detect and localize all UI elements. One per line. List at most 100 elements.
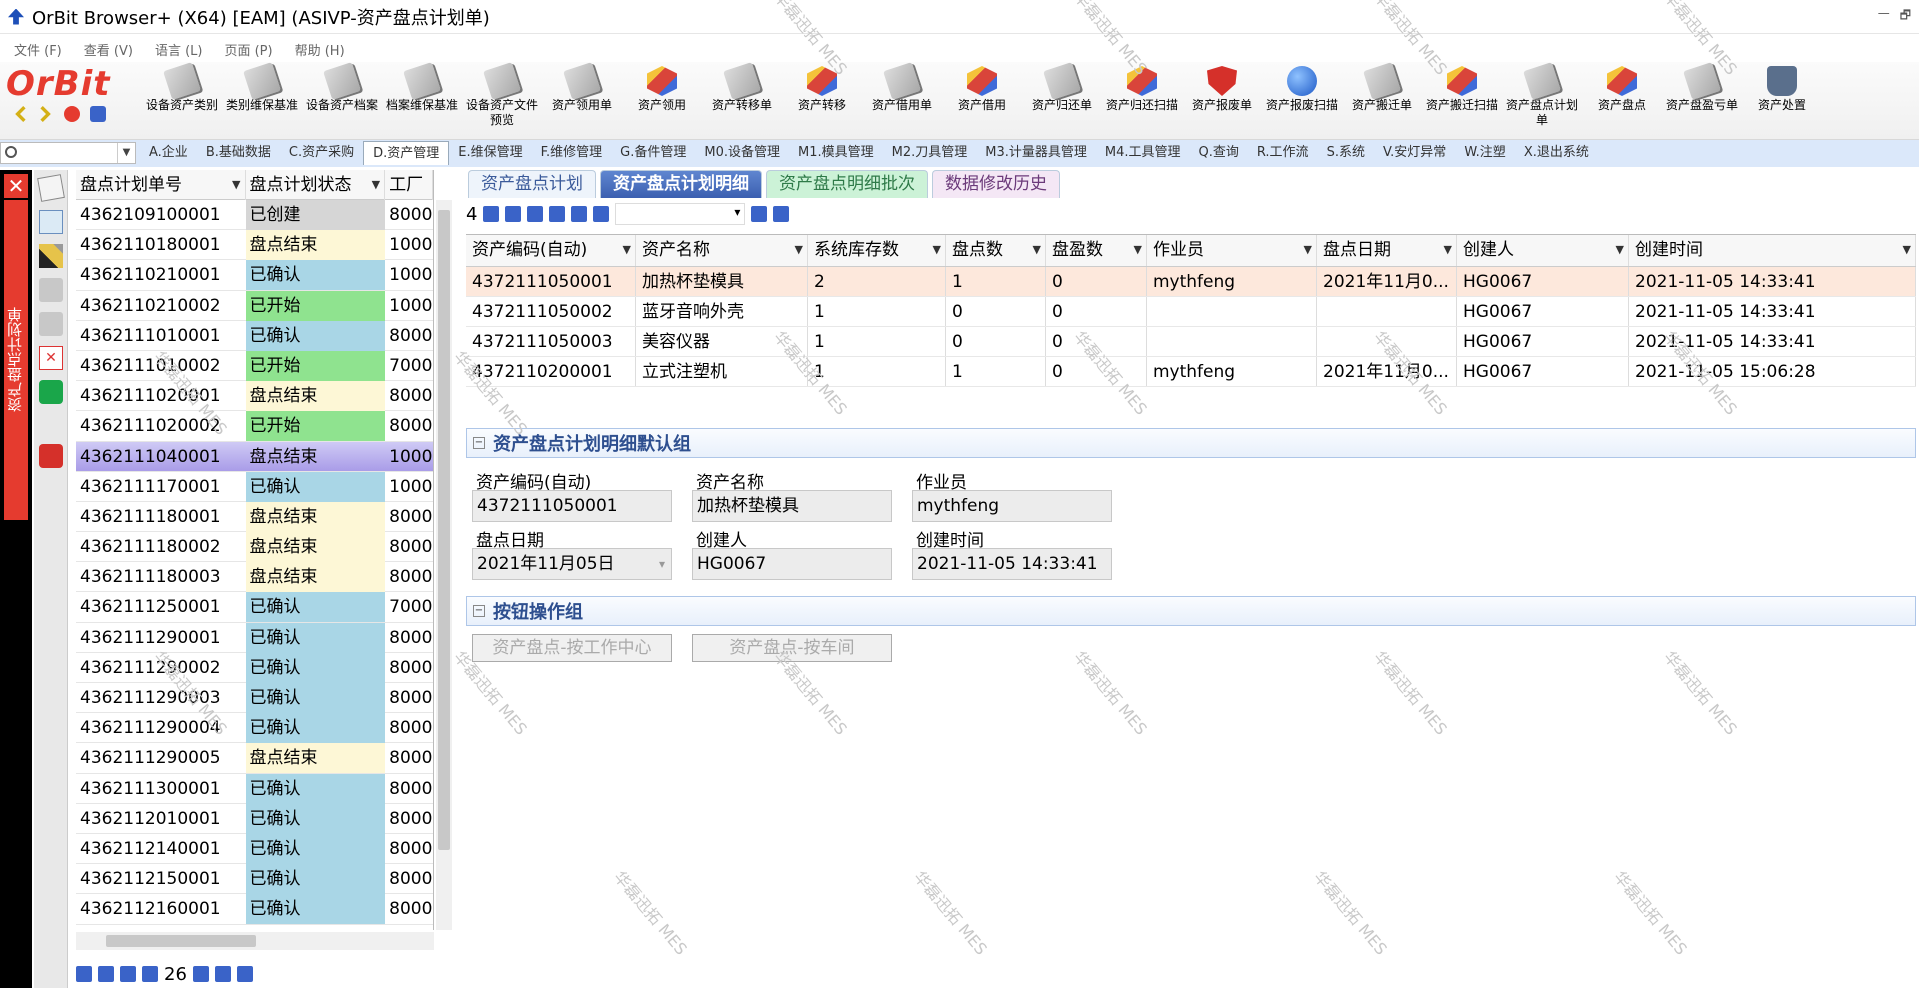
forward-arrow-icon[interactable] [40, 106, 51, 122]
table-row[interactable]: 4362111020001 盘点结束 8000 [76, 381, 433, 412]
close-icon[interactable]: ✕ [4, 174, 28, 198]
table-row[interactable]: 4362111180003 盘点结束 8000 [76, 562, 433, 593]
count-by-workshop-button[interactable]: 资产盘点-按车间 [692, 634, 892, 662]
creator-field[interactable]: HG0067 [692, 548, 892, 580]
copy-icon[interactable] [549, 206, 566, 222]
chevron-down-icon[interactable]: ▼ [117, 143, 135, 163]
filter-icon[interactable]: ▼ [1304, 235, 1312, 265]
tool-button[interactable]: 类别维保基准 [222, 62, 302, 128]
first-page-icon[interactable] [483, 206, 500, 222]
tool-button[interactable]: 设备资产档案 [302, 62, 382, 128]
table-row[interactable]: 4372111050001 加热杯垫模具 2 1 0 mythfeng 2021年11月0.… [466, 267, 1916, 297]
filter-icon[interactable]: ▼ [795, 235, 803, 265]
search-icon[interactable] [751, 206, 768, 222]
filter-icon[interactable]: ▼ [1616, 235, 1624, 265]
tool-button[interactable]: 资产报废单 [1182, 66, 1262, 128]
module-tab[interactable]: E.维保管理 [449, 141, 531, 165]
module-tab[interactable]: Q.查询 [1189, 141, 1247, 165]
module-tab[interactable]: B.基础数据 [197, 141, 280, 165]
table-row[interactable]: 4362109100001 已创建 8000 [76, 200, 433, 231]
tool-button[interactable]: 资产盘点计划单 [1502, 62, 1582, 128]
module-tab[interactable]: C.资产采购 [280, 141, 363, 165]
module-tab[interactable]: R.工作流 [1248, 141, 1318, 165]
back-arrow-icon[interactable] [15, 106, 26, 122]
new-page-icon[interactable] [37, 174, 65, 202]
operator-field[interactable]: mythfeng [912, 490, 1112, 522]
grid-icon[interactable] [593, 206, 610, 222]
table-row[interactable]: 4362111010001 已确认 8000 [76, 320, 433, 351]
detail-header-cell[interactable]: 创建时间 ▼ [1629, 235, 1916, 266]
menu-item[interactable]: 帮助 (H) [295, 40, 345, 59]
copy-icon[interactable] [39, 210, 63, 234]
delete-icon[interactable]: ✕ [39, 346, 63, 370]
header-plan-no[interactable]: 盘点计划单号 ▼ [76, 170, 246, 200]
table-row[interactable]: 4362111250001 已确认 7000 [76, 592, 433, 623]
detail-header-cell[interactable]: 创建人 ▼ [1457, 235, 1629, 266]
tool-button[interactable]: 资产归还单 [1022, 62, 1102, 128]
module-tab[interactable]: M1.模具管理 [789, 141, 883, 165]
menu-item[interactable]: 文件 (F) [14, 40, 62, 59]
asset-name-field[interactable]: 加热杯垫模具 [692, 490, 892, 522]
module-tab[interactable]: M4.工具管理 [1096, 141, 1190, 165]
table-row[interactable]: 4362111290005 盘点结束 8000 [76, 743, 433, 774]
module-tab[interactable]: M0.设备管理 [695, 141, 789, 165]
asset-code-field[interactable]: 4372111050001 [472, 490, 672, 522]
tool-button[interactable]: 资产领用 [622, 66, 702, 128]
table-row[interactable]: 4372110200001 立式注塑机 1 1 0 mythfeng 2021年11月0..… [466, 357, 1916, 387]
filter-icon[interactable]: ▼ [933, 235, 941, 265]
tool-button[interactable]: 资产报废扫描 [1262, 66, 1342, 128]
tool-button[interactable]: 资产搬迁单 [1342, 62, 1422, 128]
table-row[interactable]: 4362111290004 已确认 8000 [76, 713, 433, 744]
search-input[interactable]: ▼ [0, 142, 136, 164]
tab-plan-detail[interactable]: 资产盘点计划明细 [600, 170, 762, 198]
module-tab[interactable]: D.资产管理 [363, 141, 450, 165]
refresh-icon[interactable] [39, 312, 63, 336]
table-row[interactable]: 4362110210002 已开始 1000 [76, 290, 433, 321]
view-select[interactable] [615, 203, 746, 225]
table-row[interactable]: 4362111170001 已确认 1000 [76, 471, 433, 502]
create-time-field[interactable]: 2021-11-05 14:33:41 [912, 548, 1112, 580]
menu-item[interactable]: 查看 (V) [84, 40, 133, 59]
chevron-down-icon[interactable] [773, 206, 790, 222]
tab-detail-batch[interactable]: 资产盘点明细批次 [766, 170, 928, 198]
detail-header-cell[interactable]: 盘点日期 ▼ [1317, 235, 1457, 266]
detail-header-cell[interactable]: 系统库存数 ▼ [808, 235, 946, 266]
tool-button[interactable]: 资产借用 [942, 66, 1022, 128]
edit-pencil-icon[interactable] [39, 244, 63, 268]
module-tab[interactable]: A.企业 [140, 141, 197, 165]
module-tab[interactable]: G.备件管理 [611, 141, 695, 165]
minimize-button[interactable]: — [1878, 6, 1890, 27]
grid-icon[interactable] [192, 966, 209, 982]
tool-button[interactable]: 设备资产类别 [142, 62, 222, 128]
module-tab[interactable]: M3.计量器具管理 [976, 141, 1096, 165]
default-group-header[interactable]: − 资产盘点计划明细默认组 [466, 428, 1916, 458]
filter-icon[interactable]: ▼ [1134, 235, 1142, 265]
confirm-icon[interactable] [39, 380, 63, 404]
tool-button[interactable]: 设备资产文件预览 [462, 62, 542, 128]
tool-button[interactable]: 资产归还扫描 [1102, 66, 1182, 128]
tool-button[interactable]: 资产领用单 [542, 62, 622, 128]
tool-button[interactable]: 资产盘盈亏单 [1662, 62, 1742, 128]
home-icon[interactable] [90, 106, 106, 122]
module-tab[interactable]: S.系统 [1318, 141, 1374, 165]
tool-button[interactable]: 资产转移 [782, 66, 862, 128]
table-row[interactable]: 4362111010002 已开始 7000 [76, 350, 433, 382]
table-row[interactable]: 4362111020002 已开始 8000 [76, 411, 433, 442]
table-row[interactable]: 4362111040001 盘点结束 1000 [76, 441, 433, 472]
module-tab[interactable]: W.注塑 [1455, 141, 1515, 165]
stop-icon[interactable] [64, 106, 80, 122]
filter-icon[interactable]: ▼ [1444, 235, 1452, 265]
filter-icon[interactable]: ▼ [1033, 235, 1041, 265]
table-row[interactable]: 4362111180001 盘点结束 8000 [76, 501, 433, 533]
scrollbar-thumb[interactable] [106, 935, 256, 947]
header-plan-status[interactable]: 盘点计划状态 ▼ [246, 170, 386, 200]
detail-header-cell[interactable]: 盘点数 ▼ [946, 235, 1046, 266]
save-icon[interactable] [39, 278, 63, 302]
expand-icon[interactable] [76, 966, 92, 982]
filter-icon[interactable]: ▼ [372, 170, 380, 200]
tool-button[interactable]: 资产转移单 [702, 62, 782, 128]
plan-list-hscrollbar[interactable] [76, 932, 434, 950]
table-row[interactable]: 4362111180002 盘点结束 8000 [76, 532, 433, 563]
table-row[interactable]: 4362111300001 已确认 8000 [76, 773, 433, 804]
last-page-icon[interactable] [120, 966, 136, 982]
